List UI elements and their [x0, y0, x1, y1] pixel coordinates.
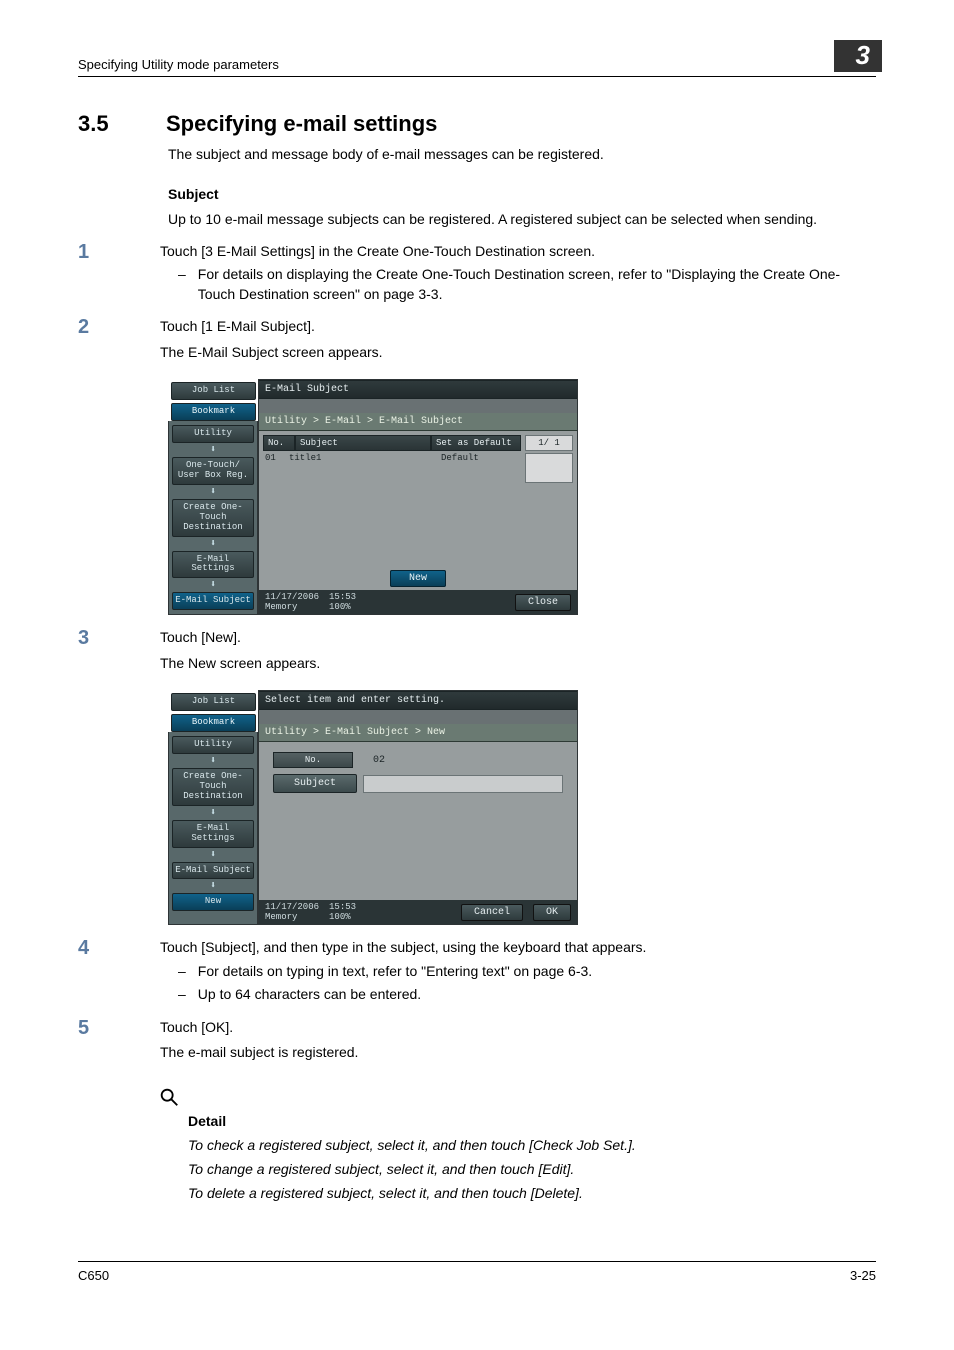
new-subject-screen: Job List Bookmark Utility ⬇ Create One-T… — [168, 690, 876, 925]
step-4-number: 4 — [78, 937, 138, 960]
new-button[interactable]: New — [390, 570, 446, 587]
utility-crumb[interactable]: Utility — [172, 425, 254, 443]
step-2-result: The E-Mail Subject screen appears. — [160, 343, 876, 362]
bookmark-tab[interactable]: Bookmark — [171, 403, 256, 421]
row-subject[interactable]: title1 — [289, 453, 441, 483]
email-subject-screen: Job List Bookmark Utility ⬇ One-Touch/ U… — [168, 379, 876, 615]
chevron-down-icon: ⬇ — [169, 579, 257, 591]
detail-line-2: To change a registered subject, select i… — [188, 1161, 876, 1177]
status-memory-value: 100% — [329, 602, 356, 612]
create-onetouch-crumb[interactable]: Create One-Touch Destination — [172, 768, 254, 806]
intro-text: The subject and message body of e-mail m… — [168, 145, 876, 164]
utility-crumb[interactable]: Utility — [172, 736, 254, 754]
page-indicator: 1/ 1 — [525, 435, 573, 451]
step-4-text: Touch [Subject], and then type in the su… — [160, 937, 876, 957]
no-value: 02 — [373, 755, 385, 766]
subject-desc: Up to 10 e-mail message subjects can be … — [168, 210, 876, 229]
job-list-tab[interactable]: Job List — [171, 382, 256, 400]
detail-icon — [158, 1086, 180, 1113]
breadcrumb: Utility > E-Mail > E-Mail Subject — [259, 413, 577, 431]
chevron-down-icon: ⬇ — [169, 538, 257, 550]
email-subject-crumb[interactable]: E-Mail Subject — [172, 592, 254, 610]
breadcrumb: Utility > E-Mail Subject > New — [259, 724, 577, 742]
step-5-text: Touch [OK]. — [160, 1017, 876, 1037]
step-4-bullet-2: Up to 64 characters can be entered. — [198, 985, 421, 1005]
step-5-result: The e-mail subject is registered. — [160, 1043, 876, 1062]
panel-title: Select item and enter setting. — [259, 691, 577, 710]
status-memory-value: 100% — [329, 912, 356, 922]
chevron-down-icon: ⬇ — [169, 755, 257, 767]
bookmark-tab[interactable]: Bookmark — [171, 714, 256, 732]
status-memory-label: Memory — [265, 602, 319, 612]
step-3-result: The New screen appears. — [160, 654, 876, 673]
step-1-bullet: For details on displaying the Create One… — [198, 265, 876, 304]
footer-page: 3-25 — [850, 1268, 876, 1283]
subject-heading: Subject — [168, 186, 876, 202]
footer-model: C650 — [78, 1268, 109, 1283]
subject-button[interactable]: Subject — [273, 774, 357, 793]
step-1-number: 1 — [78, 241, 138, 264]
status-time: 15:53 — [329, 592, 356, 602]
detail-heading: Detail — [188, 1113, 876, 1129]
chevron-down-icon: ⬇ — [169, 849, 257, 861]
ok-button[interactable]: OK — [533, 904, 571, 921]
section-number: 3.5 — [78, 111, 138, 137]
panel-title: E-Mail Subject — [259, 380, 577, 399]
status-time: 15:53 — [329, 902, 356, 912]
onetouch-crumb[interactable]: One-Touch/ User Box Reg. — [172, 457, 254, 485]
email-subject-crumb[interactable]: E-Mail Subject — [172, 862, 254, 880]
new-crumb[interactable]: New — [172, 893, 254, 911]
chevron-down-icon: ⬇ — [169, 880, 257, 892]
row-no[interactable]: 01 — [265, 453, 289, 483]
chevron-down-icon: ⬇ — [169, 444, 257, 456]
step-2-number: 2 — [78, 316, 138, 339]
step-3-text: Touch [New]. — [160, 627, 876, 647]
email-settings-crumb[interactable]: E-Mail Settings — [172, 551, 254, 579]
col-default: Set as Default — [431, 435, 521, 451]
chevron-down-icon: ⬇ — [169, 486, 257, 498]
section-title: Specifying e-mail settings — [166, 111, 437, 137]
status-date: 11/17/2006 — [265, 902, 319, 912]
running-head: Specifying Utility mode parameters — [78, 57, 279, 72]
step-4-bullet-1: For details on typing in text, refer to … — [198, 962, 592, 982]
chapter-badge: 3 — [834, 40, 882, 72]
step-5-number: 5 — [78, 1017, 138, 1040]
detail-line-1: To check a registered subject, select it… — [188, 1137, 876, 1153]
create-onetouch-crumb[interactable]: Create One-Touch Destination — [172, 499, 254, 537]
email-settings-crumb[interactable]: E-Mail Settings — [172, 820, 254, 848]
job-list-tab[interactable]: Job List — [171, 693, 256, 711]
step-3-number: 3 — [78, 627, 138, 650]
status-memory-label: Memory — [265, 912, 319, 922]
no-label: No. — [273, 752, 353, 768]
status-date: 11/17/2006 — [265, 592, 319, 602]
step-2-text: Touch [1 E-Mail Subject]. — [160, 316, 876, 336]
cancel-button[interactable]: Cancel — [461, 904, 523, 921]
chevron-down-icon: ⬇ — [169, 807, 257, 819]
step-1-text: Touch [3 E-Mail Settings] in the Create … — [160, 241, 876, 261]
close-button[interactable]: Close — [515, 594, 571, 611]
col-subject: Subject — [295, 435, 431, 451]
col-no: No. — [263, 435, 295, 451]
detail-line-3: To delete a registered subject, select i… — [188, 1185, 876, 1201]
row-default[interactable]: Default — [441, 453, 521, 483]
